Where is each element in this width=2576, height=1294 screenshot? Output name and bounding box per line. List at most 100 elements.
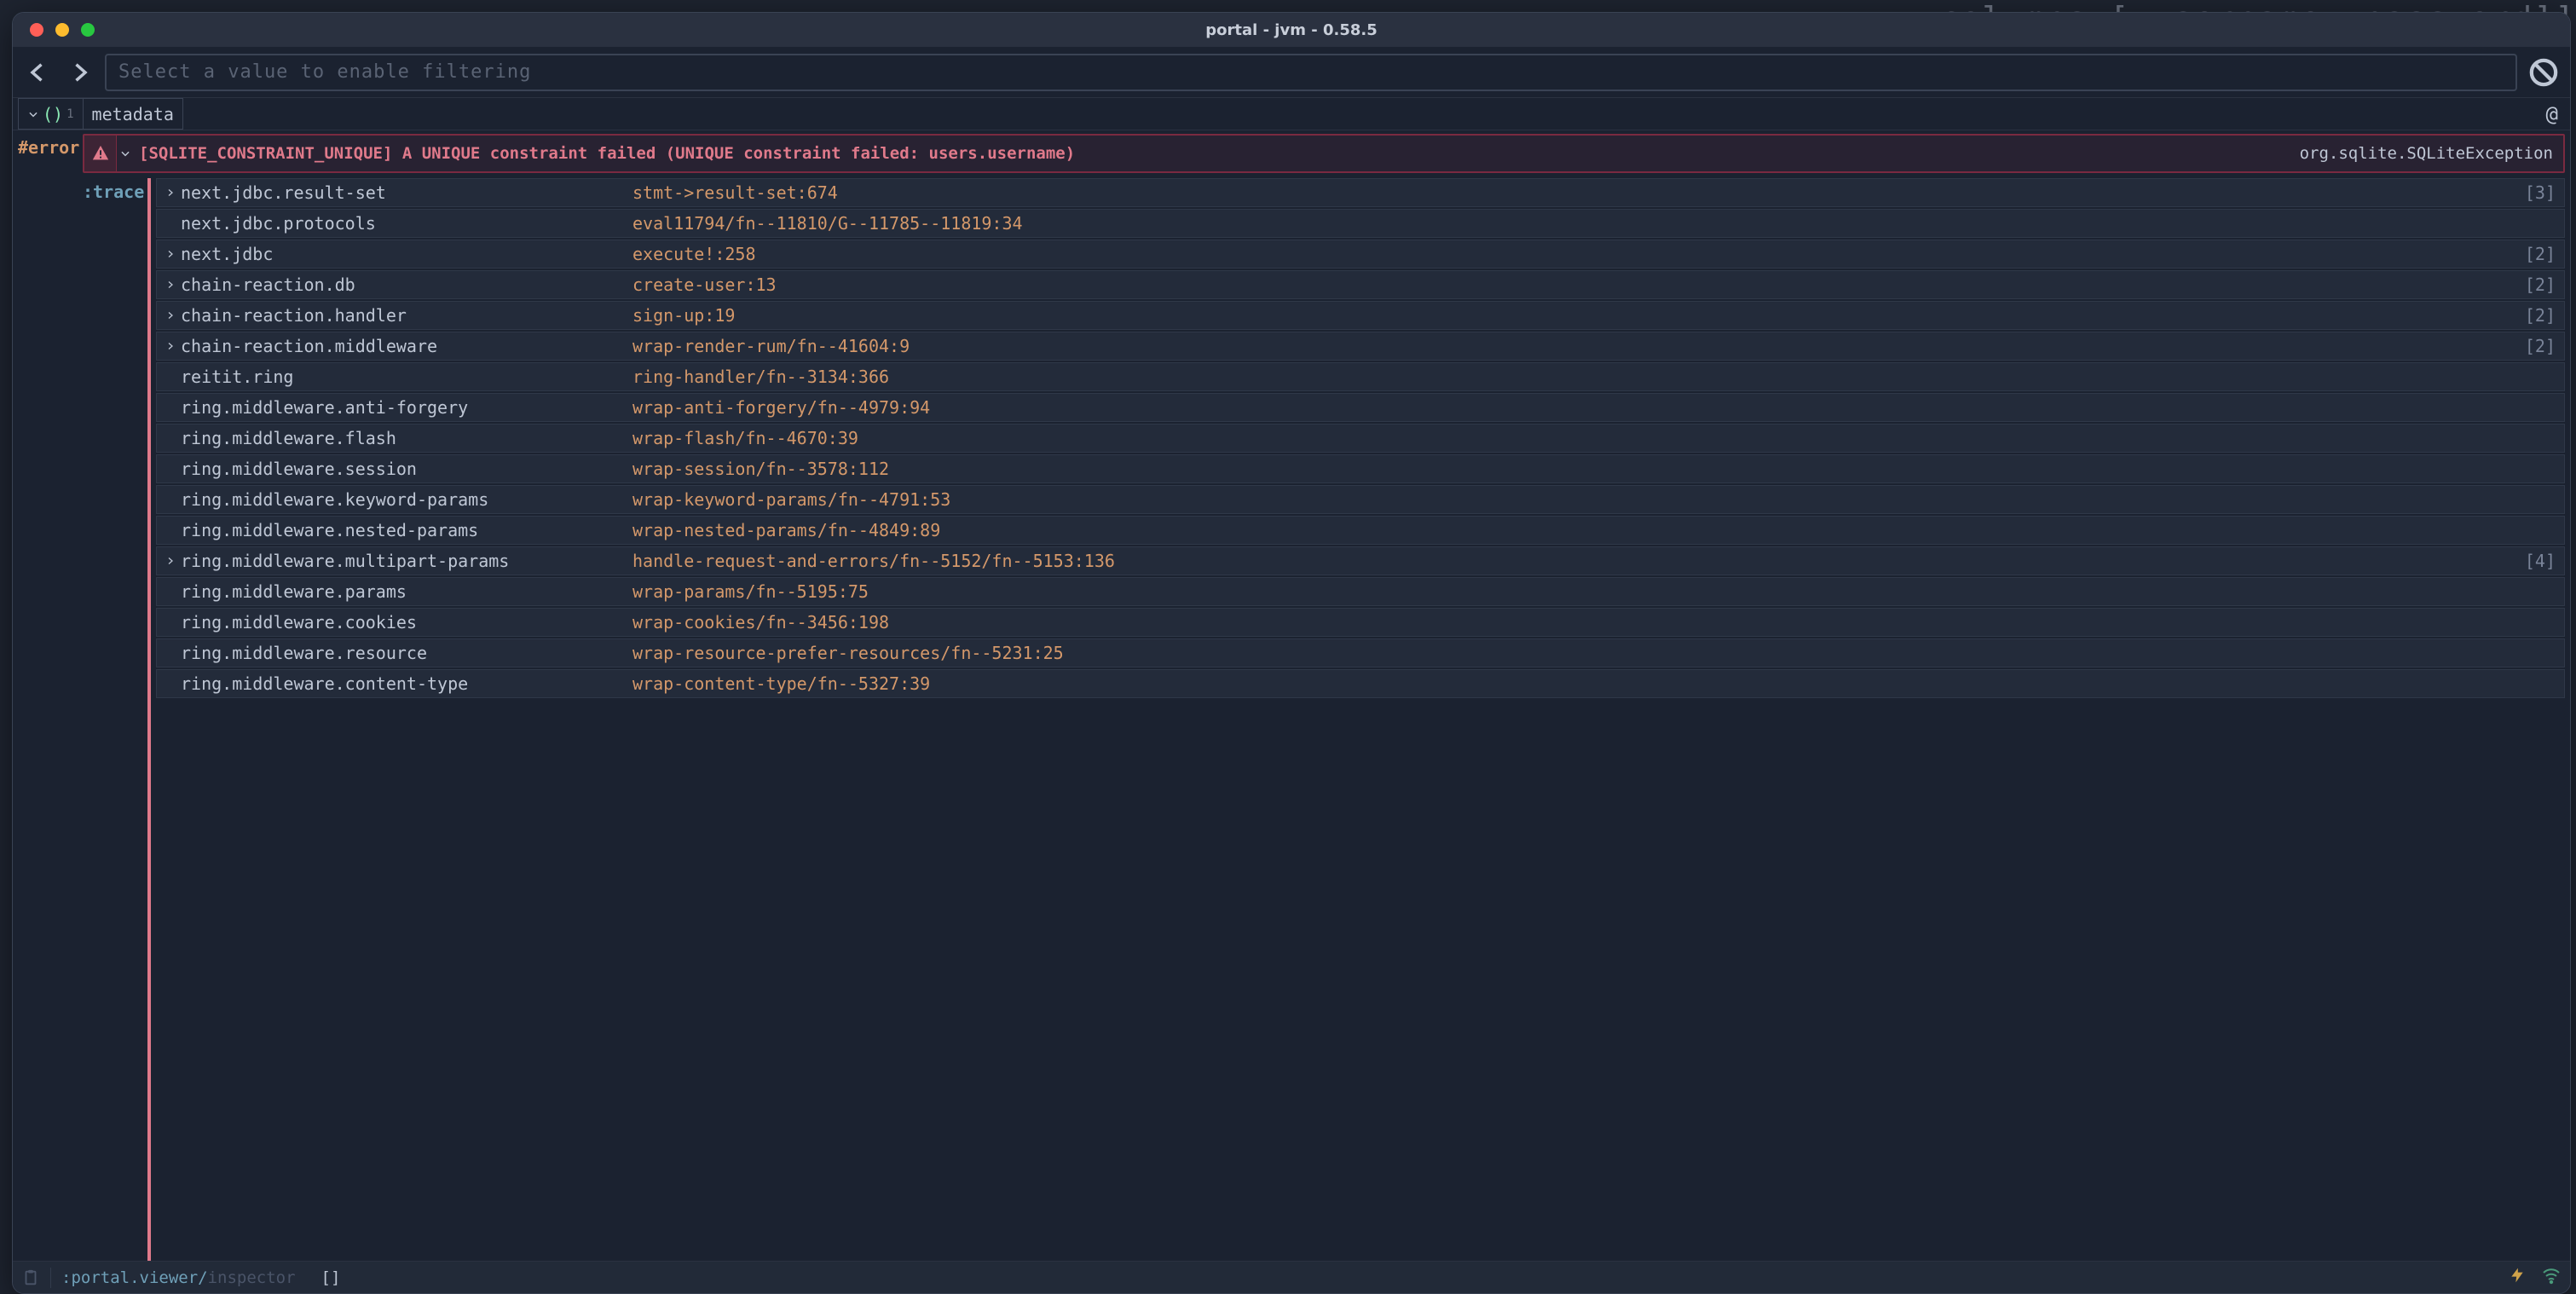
trace-function: wrap-resource-prefer-resources/fn--5231:… <box>632 643 2556 663</box>
trace-row[interactable]: chain-reaction.dbcreate-user:13[2] <box>156 270 2565 299</box>
trace-grid: :trace next.jdbc.result-setstmt->result-… <box>83 178 2565 1261</box>
error-banner[interactable]: [SQLITE_CONSTRAINT_UNIQUE] A UNIQUE cons… <box>83 134 2565 173</box>
trace-function: handle-request-and-errors/fn--5152/fn--5… <box>632 551 2525 571</box>
trace-list: next.jdbc.result-setstmt->result-set:674… <box>156 178 2565 698</box>
trace-row[interactable]: ring.middleware.sessionwrap-session/fn--… <box>156 454 2565 483</box>
error-message: [SQLITE_CONSTRAINT_UNIQUE] A UNIQUE cons… <box>134 144 1075 163</box>
trace-row[interactable]: ring.middleware.flashwrap-flash/fn--4670… <box>156 424 2565 453</box>
viewer-name: inspector <box>208 1268 296 1287</box>
trace-namespace: ring.middleware.session <box>181 459 632 479</box>
trace-count: [2] <box>2525 305 2556 326</box>
trace-row[interactable]: ring.middleware.cookieswrap-cookies/fn--… <box>156 608 2565 637</box>
trace-function: eval11794/fn--11810/G--11785--11819:34 <box>632 213 2556 234</box>
trace-namespace: ring.middleware.multipart-params <box>181 551 632 571</box>
trace-row[interactable]: reitit.ringring-handler/fn--3134:366 <box>156 362 2565 391</box>
chevron-right-icon[interactable] <box>160 556 181 566</box>
clear-icon[interactable] <box>2527 56 2560 89</box>
trace-row[interactable]: next.jdbcexecute!:258[2] <box>156 240 2565 269</box>
trace-namespace: chain-reaction.middleware <box>181 336 632 356</box>
trace-function: execute!:258 <box>632 244 2525 264</box>
chevron-down-icon <box>27 104 39 124</box>
breadcrumb-metadata[interactable]: metadata <box>83 98 183 130</box>
trace-function: stmt->result-set:674 <box>632 182 2525 203</box>
trace-row[interactable]: ring.middleware.anti-forgerywrap-anti-fo… <box>156 393 2565 422</box>
trace-namespace: ring.middleware.cookies <box>181 612 632 633</box>
paren-count: 1 <box>66 107 73 121</box>
titlebar: portal - jvm - 0.58.5 <box>13 13 2570 47</box>
trace-count: [2] <box>2525 336 2556 356</box>
trace-namespace: next.jdbc.result-set <box>181 182 632 203</box>
trace-function: wrap-render-rum/fn--41604:9 <box>632 336 2525 356</box>
nav-bar <box>13 47 2570 98</box>
path-column: #error <box>13 130 83 1261</box>
bolt-icon[interactable] <box>2509 1267 2526 1288</box>
trace-function: wrap-keyword-params/fn--4791:53 <box>632 489 2556 510</box>
zoom-window-button[interactable] <box>81 23 95 37</box>
trace-row[interactable]: ring.middleware.resourcewrap-resource-pr… <box>156 638 2565 667</box>
error-class: org.sqlite.SQLiteException <box>2300 144 2563 163</box>
trace-namespace: chain-reaction.db <box>181 274 632 295</box>
trace-row[interactable]: ring.middleware.paramswrap-params/fn--51… <box>156 577 2565 606</box>
trace-row[interactable]: next.jdbc.result-setstmt->result-set:674… <box>156 178 2565 207</box>
viewer-ns: :portal.viewer/ <box>61 1268 208 1287</box>
filter-input[interactable] <box>105 54 2517 91</box>
trace-function: wrap-session/fn--3578:112 <box>632 459 2556 479</box>
trace-row[interactable]: ring.middleware.keyword-paramswrap-keywo… <box>156 485 2565 514</box>
chevron-right-icon[interactable] <box>160 280 181 290</box>
deref-icon[interactable]: @ <box>2546 102 2558 126</box>
trace-count: [3] <box>2525 182 2556 203</box>
trace-body: next.jdbc.result-setstmt->result-set:674… <box>147 178 2565 1261</box>
error-tag: #error <box>18 137 79 158</box>
trace-function: wrap-cookies/fn--3456:198 <box>632 612 2556 633</box>
trace-function: wrap-flash/fn--4670:39 <box>632 428 2556 448</box>
viewer-path[interactable]: :portal.viewer/inspector <box>61 1268 296 1287</box>
trace-row[interactable]: chain-reaction.handlersign-up:19[2] <box>156 301 2565 330</box>
minimize-window-button[interactable] <box>55 23 69 37</box>
trace-row[interactable]: chain-reaction.middlewarewrap-render-rum… <box>156 332 2565 361</box>
chevron-right-icon[interactable] <box>160 188 181 198</box>
network-icon[interactable] <box>2541 1265 2562 1290</box>
trace-row[interactable]: ring.middleware.nested-paramswrap-nested… <box>156 516 2565 545</box>
trace-function: create-user:13 <box>632 274 2525 295</box>
metadata-label: metadata <box>92 104 174 124</box>
content-area: #error [SQLITE_CONSTRAINT_UNIQUE] A UNIQ… <box>13 130 2570 1261</box>
trace-namespace: ring.middleware.keyword-params <box>181 489 632 510</box>
chevron-right-icon[interactable] <box>160 341 181 351</box>
trace-namespace: ring.middleware.resource <box>181 643 632 663</box>
trace-namespace: ring.middleware.content-type <box>181 673 632 694</box>
trace-function: sign-up:19 <box>632 305 2525 326</box>
trace-namespace: ring.middleware.flash <box>181 428 632 448</box>
trace-count: [2] <box>2525 244 2556 264</box>
app-window: portal - jvm - 0.58.5 ()1 metadata @ #er… <box>12 12 2571 1294</box>
trace-namespace: ring.middleware.nested-params <box>181 520 632 540</box>
trace-namespace: ring.middleware.params <box>181 581 632 602</box>
trace-row[interactable]: next.jdbc.protocolseval11794/fn--11810/G… <box>156 209 2565 238</box>
trace-row[interactable]: ring.middleware.multipart-paramshandle-r… <box>156 546 2565 575</box>
trace-namespace: reitit.ring <box>181 367 632 387</box>
traffic-lights <box>13 23 95 37</box>
paren-label: () <box>43 104 63 124</box>
chevron-right-icon[interactable] <box>160 310 181 321</box>
trace-function: wrap-nested-params/fn--4849:89 <box>632 520 2556 540</box>
close-window-button[interactable] <box>30 23 43 37</box>
forward-button[interactable] <box>64 57 95 88</box>
trace-function: wrap-content-type/fn--5327:39 <box>632 673 2556 694</box>
chevron-down-icon[interactable] <box>117 147 134 159</box>
main-column: [SQLITE_CONSTRAINT_UNIQUE] A UNIQUE cons… <box>83 130 2570 1261</box>
divider <box>50 1268 51 1288</box>
trace-namespace: next.jdbc <box>181 244 632 264</box>
trace-namespace: ring.middleware.anti-forgery <box>181 397 632 418</box>
trace-row[interactable]: ring.middleware.content-typewrap-content… <box>156 669 2565 698</box>
status-bar: :portal.viewer/inspector [] <box>13 1261 2570 1293</box>
window-title: portal - jvm - 0.58.5 <box>13 21 2570 39</box>
breadcrumb-root[interactable]: ()1 <box>18 98 83 130</box>
back-button[interactable] <box>23 57 54 88</box>
clipboard-icon[interactable] <box>21 1268 40 1287</box>
chevron-right-icon[interactable] <box>160 249 181 259</box>
breadcrumb-bar: ()1 metadata @ <box>13 98 2570 130</box>
trace-key: :trace <box>83 178 147 1261</box>
selection-display: [] <box>321 1268 341 1287</box>
trace-namespace: next.jdbc.protocols <box>181 213 632 234</box>
trace-count: [4] <box>2525 551 2556 571</box>
trace-function: ring-handler/fn--3134:366 <box>632 367 2556 387</box>
